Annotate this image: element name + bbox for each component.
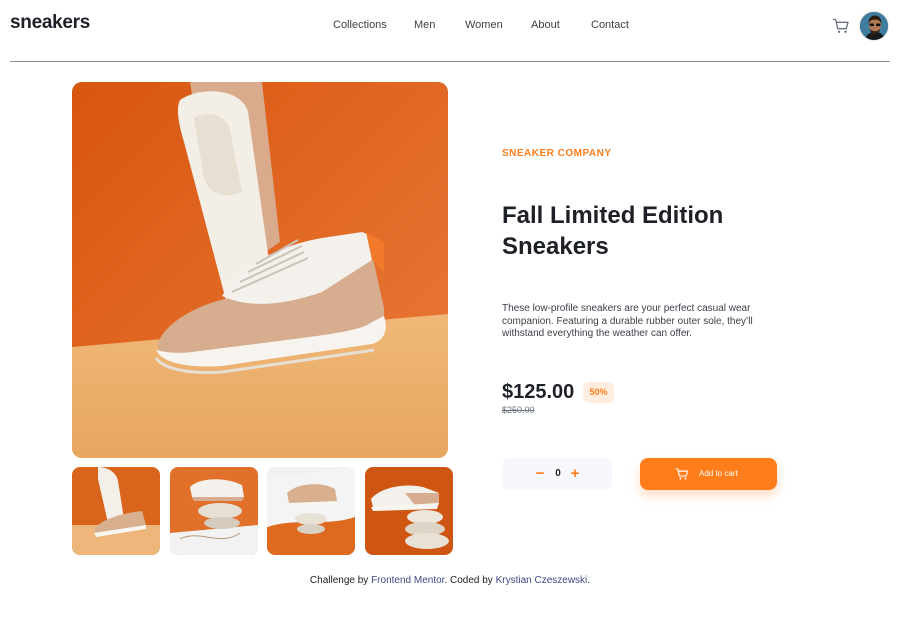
quantity-stepper: − 0 + xyxy=(502,458,612,490)
company-label: SNEAKER COMPANY xyxy=(502,148,612,159)
footer-prefix: Challenge by xyxy=(309,575,372,586)
nav-item-men[interactable]: Men xyxy=(414,19,435,31)
product-thumbnail-1[interactable] xyxy=(72,467,160,555)
product-description: These low-profile sneakers are your perf… xyxy=(502,303,753,339)
nav-item-contact[interactable]: Contact xyxy=(591,19,629,31)
nav-item-collections[interactable]: Collections xyxy=(333,19,387,31)
minus-icon[interactable]: − xyxy=(533,458,547,490)
add-to-cart-button[interactable]: Add to cart xyxy=(640,458,777,490)
add-to-cart-label: Add to cart xyxy=(699,469,738,478)
user-avatar[interactable] xyxy=(859,11,889,41)
product-thumbnail-2[interactable] xyxy=(170,467,258,555)
product-thumbnail-4[interactable] xyxy=(365,467,453,555)
author-link[interactable]: Krystian Czeszewski xyxy=(496,575,588,586)
nav-item-women[interactable]: Women xyxy=(465,19,503,31)
footer-middle: . Coded by xyxy=(444,575,496,586)
product-thumbnail-3[interactable] xyxy=(267,467,355,555)
original-price: $250.00 xyxy=(502,405,535,415)
plus-icon[interactable]: + xyxy=(568,458,582,490)
attribution-footer: Challenge by Frontend Mentor. Coded by K… xyxy=(0,575,900,586)
site-header: sneakers Collections Men Women About Con… xyxy=(10,0,890,62)
discount-badge: 50% xyxy=(583,382,614,403)
current-price: $125.00 xyxy=(502,381,575,403)
footer-suffix: . xyxy=(587,575,591,586)
main-product-image[interactable] xyxy=(72,82,448,458)
frontend-mentor-link[interactable]: Frontend Mentor xyxy=(371,575,444,586)
nav-item-about[interactable]: About xyxy=(531,19,560,31)
quantity-value: 0 xyxy=(555,468,561,479)
cart-icon xyxy=(675,467,689,481)
cart-icon[interactable] xyxy=(832,17,850,35)
product-title: Fall Limited Edition Sneakers xyxy=(502,202,724,260)
main-nav: Collections Men Women About Contact xyxy=(10,19,890,35)
